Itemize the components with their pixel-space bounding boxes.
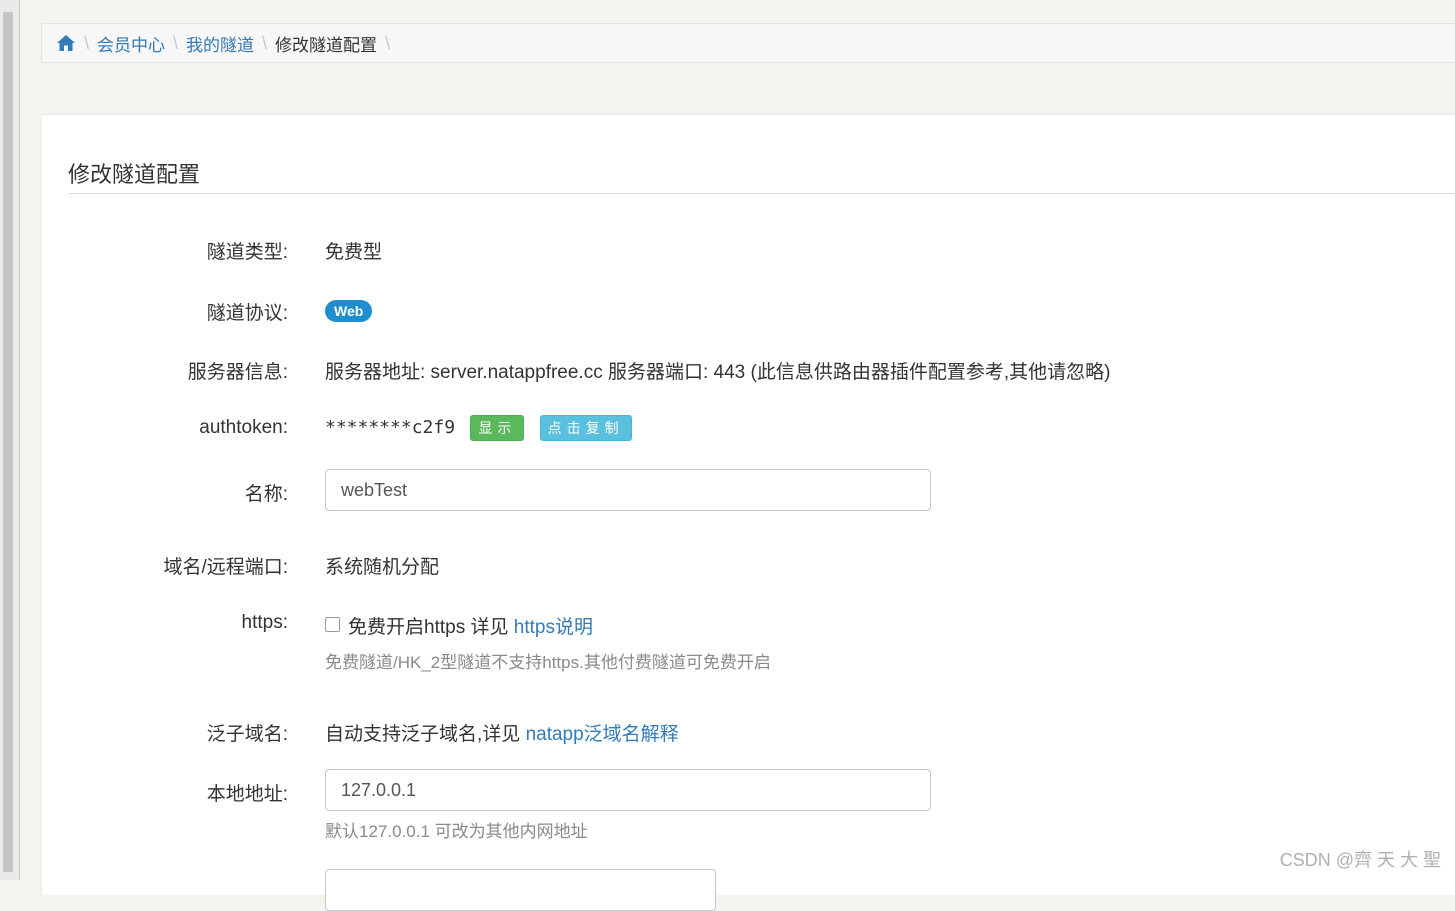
edit-tunnel-panel: 修改隧道配置 隧道类型: 免费型 隧道协议: Web 服务器信息: 服务器地址:… [41, 114, 1455, 911]
domain-label: 域名/远程端口: [163, 557, 288, 578]
https-label: https: [241, 612, 288, 633]
https-help-text: 免费隧道/HK_2型隧道不支持https.其他付费隧道可免费开启 [325, 653, 771, 672]
breadcrumb: \ 会员中心 \ 我的隧道 \ 修改隧道配置 \ [41, 23, 1455, 63]
next-field-input[interactable] [325, 869, 716, 911]
page-scrollbar[interactable] [0, 0, 20, 880]
local-address-help: 默认127.0.0.1 可改为其他内网地址 [325, 822, 588, 841]
copy-token-button[interactable]: 点击复制 [539, 415, 632, 441]
name-label: 名称: [244, 484, 288, 505]
https-checkbox-label[interactable]: 免费开启https 详见 [348, 617, 508, 638]
tunnel-type-label: 隧道类型: [206, 242, 288, 263]
wildcard-text: 自动支持泛子域名,详见 [325, 724, 521, 745]
wildcard-label: 泛子域名: [206, 724, 288, 745]
tunnel-type-value: 免费型 [325, 242, 383, 263]
breadcrumb-link[interactable]: 我的隧道 [186, 31, 254, 56]
breadcrumb-item-member-center[interactable]: \ 会员中心 [76, 31, 165, 56]
domain-value: 系统随机分配 [325, 557, 440, 578]
wildcard-docs-link[interactable]: natapp泛域名解释 [526, 724, 679, 745]
title-divider [68, 193, 1455, 194]
breadcrumb-separator: \ [84, 32, 90, 53]
home-icon[interactable] [56, 33, 76, 53]
https-docs-link[interactable]: https说明 [514, 617, 593, 638]
local-address-input[interactable]: 127.0.0.1 [325, 769, 931, 811]
show-token-button[interactable]: 显示 [470, 415, 525, 441]
name-input[interactable]: webTest [325, 469, 931, 511]
authtoken-value: ********c2f9 [325, 417, 456, 439]
scrollbar-thumb[interactable] [3, 12, 13, 872]
breadcrumb-separator: \ [262, 32, 268, 53]
breadcrumb-home[interactable] [56, 33, 76, 53]
https-option: 免费开启https 详见 https说明 [325, 612, 593, 639]
protocol-value: Web [325, 300, 373, 322]
https-checkbox[interactable] [325, 617, 340, 633]
csdn-watermark: CSDN @齊 天 大 聖 [1279, 850, 1441, 870]
authtoken-label: authtoken: [199, 417, 288, 438]
breadcrumb-item-current: \ 修改隧道配置 \ [254, 31, 398, 56]
server-info-value: 服务器地址: server.natappfree.cc 服务器端口: 443 (… [325, 362, 1111, 383]
breadcrumb-current: 修改隧道配置 [275, 35, 378, 55]
protocol-badge: Web [325, 300, 373, 322]
breadcrumb-link[interactable]: 会员中心 [97, 31, 165, 56]
authtoken-value-group: ********c2f9 显示 点击复制 [325, 415, 632, 441]
breadcrumb-separator: \ [173, 32, 179, 53]
breadcrumb-separator: \ [385, 32, 391, 53]
wildcard-info: 自动支持泛子域名,详见 natapp泛域名解释 [325, 719, 679, 746]
page-title: 修改隧道配置 [68, 162, 201, 187]
local-address-label: 本地地址: [206, 784, 288, 805]
breadcrumb-item-my-tunnels[interactable]: \ 我的隧道 [165, 31, 254, 56]
tunnel-protocol-label: 隧道协议: [206, 303, 288, 324]
server-info-label: 服务器信息: [187, 362, 288, 383]
